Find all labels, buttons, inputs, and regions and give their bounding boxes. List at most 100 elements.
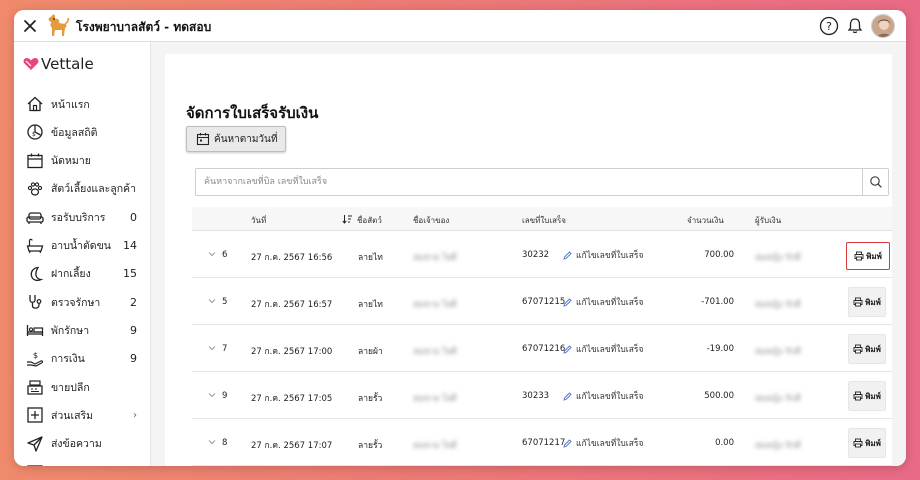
row-number: 7 (222, 344, 228, 354)
row-owner: สมชาย ใจดี (413, 253, 457, 263)
print-label: พิมพ์ (865, 297, 881, 307)
printer-icon (853, 391, 863, 401)
app-title: โรงพยาบาลสัตว์ - ทดสอบ (76, 20, 212, 34)
chevron-down-icon[interactable] (207, 437, 217, 447)
send-icon (27, 435, 43, 452)
sidebar-item-label: รอรับบริการ (51, 211, 106, 224)
row-receiver: สมหญิง รักดี (755, 394, 801, 404)
row-receiver: สมหญิง รักดี (755, 347, 801, 357)
printer-icon (854, 251, 864, 261)
sidebar-item-count: 9 (130, 352, 137, 366)
print-button[interactable]: พิมพ์ (848, 287, 886, 317)
brand-logo[interactable]: Vettale (23, 54, 94, 74)
sidebar-item-send[interactable]: ส่งข้อความ (14, 430, 151, 458)
row-amount: -701.00 (701, 297, 734, 307)
row-number: 6 (222, 250, 228, 260)
row-amount: 0.00 (715, 438, 734, 448)
chevron-down-icon[interactable] (207, 390, 217, 400)
sidebar-item-moon[interactable]: ฝากเลี้ยง 15 (14, 260, 151, 288)
pencil-icon (563, 297, 572, 307)
sidebar-item-paw[interactable]: สัตว์เลี้ยงและลูกค้า (14, 175, 151, 203)
box-icon (27, 465, 43, 466)
print-button[interactable]: พิมพ์ (846, 242, 890, 270)
date-search-button[interactable]: ค้นหาตามวันที่ (186, 126, 286, 152)
sidebar-item-bed[interactable]: พักรักษา 9 (14, 316, 151, 344)
sort-button[interactable] (342, 214, 353, 226)
edit-receipt-link[interactable]: แก้ไขเลขที่ใบเสร็จ (563, 389, 643, 403)
row-owner: สมชาย ใจดี (413, 300, 457, 310)
sidebar-item-label: สัตว์เลี้ยงและลูกค้า (51, 183, 136, 196)
printer-icon (853, 344, 863, 354)
sidebar-item-bathtub[interactable]: อาบน้ำตัดขน 14 (14, 232, 151, 260)
sidebar-item-plus-square[interactable]: ส่วนเสริม › (14, 401, 151, 429)
receipt-search-input[interactable] (196, 169, 862, 195)
sidebar-item-label: ขายปลีก (51, 381, 90, 394)
sidebar-item-calendar[interactable]: นัดหมาย (14, 147, 151, 175)
sidebar-item-label: ข้อมูลสถิติ (51, 126, 98, 139)
chevron-down-icon[interactable] (207, 343, 217, 353)
table-row: 9 27 ก.ค. 2567 17:05 ลายรั้ว สมชาย ใจดี 3023… (192, 372, 892, 419)
row-pet: ลายรั้ว (358, 441, 383, 451)
row-owner: สมชาย ใจดี (413, 441, 457, 451)
row-date: 27 ก.ค. 2567 17:07 (251, 441, 333, 451)
edit-receipt-label: แก้ไขเลขที่ใบเสร็จ (576, 345, 644, 355)
chevron-down-icon[interactable] (207, 296, 217, 306)
notification-button[interactable] (845, 16, 865, 36)
sidebar-item-count: 14 (123, 239, 137, 252)
bed-icon (26, 325, 44, 337)
sidebar-item-count: 15 (123, 267, 137, 281)
row-receipt: 30232 (522, 250, 550, 260)
pencil-icon (563, 250, 572, 260)
edit-receipt-link[interactable]: แก้ไขเลขที่ใบเสร็จ (563, 248, 643, 262)
avatar-photo-icon (872, 15, 894, 37)
sidebar-item-register[interactable]: ขายปลีก (14, 373, 151, 401)
row-date: 27 ก.ค. 2567 16:56 (251, 253, 333, 263)
sidebar-item-stethoscope[interactable]: ตรวจรักษา 2 (14, 288, 151, 316)
main-content: จัดการใบเสร็จรับเงิน ค้นหาตามวันที่ ค้นห… (151, 42, 906, 466)
print-button[interactable]: พิมพ์ (848, 428, 886, 458)
header-receipt: เลขที่ใบเสร็จ (522, 216, 566, 225)
header-amount: จำนวนเงิน (687, 216, 724, 225)
table-row: 8 27 ก.ค. 2567 17:07 ลายรั้ว สมชาย ใจดี 6707… (192, 419, 892, 466)
sidebar-item-money-hand[interactable]: $ การเงิน 9 (14, 345, 151, 373)
edit-receipt-link[interactable]: แก้ไขเลขที่ใบเสร็จ (563, 436, 643, 450)
sidebar-item-label: ส่วนเสริม (51, 409, 94, 422)
bell-icon (847, 18, 863, 34)
row-number: 8 (222, 438, 228, 448)
row-pet: ลายผ้า (358, 347, 383, 357)
sidebar-item-box[interactable]: คลัง (14, 458, 151, 466)
print-button[interactable]: พิมพ์ (848, 381, 886, 411)
paw-icon (27, 182, 43, 196)
register-icon (27, 380, 43, 395)
row-receiver: สมหญิง รักดี (755, 300, 801, 310)
row-number: 9 (222, 391, 228, 401)
row-date: 27 ก.ค. 2567 17:05 (251, 394, 333, 404)
edit-receipt-link[interactable]: แก้ไขเลขที่ใบเสร็จ (563, 342, 643, 356)
table-row: 6 27 ก.ค. 2567 16:56 ลายไท สมชาย ใจดี 30232 แ… (192, 231, 892, 278)
brand-name: Vettale (41, 55, 94, 73)
search-button[interactable] (862, 169, 888, 195)
sidebar-item-label: พักรักษา (51, 324, 90, 337)
home-icon (27, 96, 43, 112)
sidebar-item-home[interactable]: หน้าแรก (14, 90, 151, 118)
sidebar-item-stats[interactable]: $ ข้อมูลสถิติ (14, 118, 151, 146)
sidebar-item-count: 9 (130, 323, 137, 337)
row-receiver: สมหญิง รักดี (755, 441, 801, 451)
help-button[interactable]: ? (819, 16, 839, 36)
sidebar-item-label: การเงิน (51, 353, 85, 366)
print-label: พิมพ์ (865, 438, 881, 448)
sidebar-item-couch[interactable]: รอรับบริการ 0 (14, 203, 151, 231)
close-icon (24, 20, 36, 32)
svg-text:$: $ (33, 351, 38, 360)
row-owner: สมชาย ใจดี (413, 394, 457, 404)
printer-icon (853, 297, 863, 307)
user-avatar[interactable] (871, 14, 895, 38)
print-button[interactable]: พิมพ์ (848, 334, 886, 364)
row-owner: สมชาย ใจดี (413, 347, 457, 357)
row-receipt: 67071216 (522, 344, 566, 354)
money-hand-icon: $ (27, 351, 44, 367)
chevron-down-icon[interactable] (207, 249, 217, 259)
close-button[interactable] (20, 16, 40, 36)
couch-icon (26, 212, 44, 225)
edit-receipt-link[interactable]: แก้ไขเลขที่ใบเสร็จ (563, 295, 643, 309)
